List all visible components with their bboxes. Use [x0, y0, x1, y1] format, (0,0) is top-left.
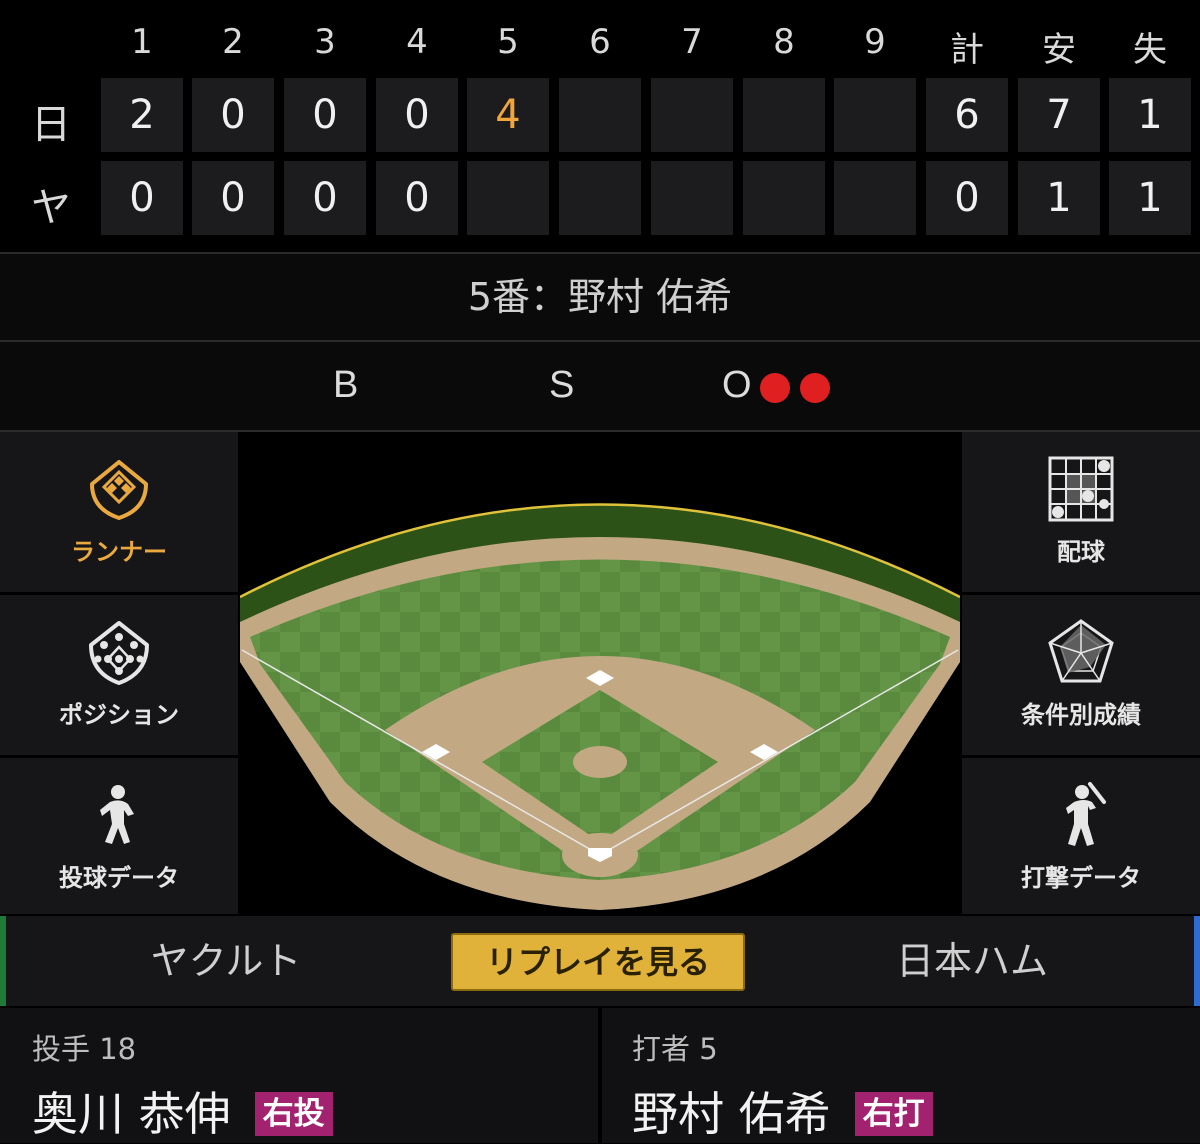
batter-hand-badge: 右打: [854, 1091, 933, 1136]
menu-batting-data[interactable]: 打撃データ: [962, 758, 1200, 914]
inning-score-cell: [559, 161, 641, 235]
current-batter-line: 5番：野村 佑希: [0, 254, 1200, 340]
scoreboard-header-2: 2: [222, 22, 244, 62]
tab-nipponham[interactable]: 日本ハム: [750, 916, 1194, 1006]
total-score-cell: 1: [1109, 161, 1191, 235]
inning-score-cell: 2: [101, 78, 183, 152]
menu-split-stats[interactable]: 条件別成績: [962, 595, 1200, 755]
scoreboard-header-3: 3: [314, 22, 336, 62]
inning-score-cell: 0: [376, 78, 458, 152]
inning-score-cell: [834, 161, 916, 235]
total-score-cell: 7: [1018, 78, 1100, 152]
pitch-grid-icon: [1048, 456, 1114, 522]
scoreboard-header-9: 9: [864, 22, 886, 62]
inning-score-cell: 0: [192, 161, 274, 235]
out-indicator: [800, 373, 830, 403]
pitcher-card[interactable]: 投手 18 奥川 恭伸 右投: [0, 1008, 598, 1143]
strike-label: S: [549, 364, 575, 406]
pitcher-icon: [100, 785, 134, 844]
inning-score-cell: [467, 161, 549, 235]
scoreboard-header-10: 計: [950, 30, 984, 70]
menu-position-label: ポジション: [59, 701, 179, 729]
scoreboard-header-5: 5: [497, 22, 519, 62]
menu-pitch-location[interactable]: 配球: [962, 432, 1200, 592]
pitcher-hand-badge: 右投: [254, 1091, 333, 1136]
scoreboard: 123456789計安失日20004671ヤ0000011: [0, 0, 1200, 252]
away-team-color-bar: [1194, 916, 1200, 1006]
out-indicator: [760, 373, 790, 403]
ball-count-bar: B S O: [0, 342, 1200, 430]
runner-diamond-icon: [90, 460, 148, 520]
inning-score-cell: [834, 78, 916, 152]
team-abbr: 日: [31, 102, 71, 148]
position-icon: [89, 621, 149, 685]
scoreboard-header-4: 4: [406, 22, 428, 62]
total-score-cell: 0: [926, 161, 1008, 235]
ball-label: B: [333, 364, 359, 406]
total-score-cell: 1: [1109, 78, 1191, 152]
menu-runner[interactable]: ランナー: [0, 432, 238, 592]
pitcher-role: 投手 18: [32, 1032, 137, 1066]
scoreboard-header-7: 7: [681, 22, 703, 62]
scoreboard-header-1: 1: [131, 22, 153, 62]
replay-button[interactable]: リプレイを見る: [451, 933, 745, 991]
pitcher-mound: [573, 746, 627, 778]
inning-score-cell: 0: [192, 78, 274, 152]
inning-score-cell: [651, 161, 733, 235]
team-abbr: ヤ: [31, 185, 71, 231]
menu-batting-data-label: 打撃データ: [1021, 864, 1141, 892]
batter-name-row: 野村 佑希 右打: [632, 1078, 933, 1144]
inning-score-cell: [743, 161, 825, 235]
inning-score-cell: [651, 78, 733, 152]
inning-score-cell: 0: [376, 161, 458, 235]
batter-name: 野村 佑希: [632, 1087, 831, 1141]
tab-yakult[interactable]: ヤクルト: [6, 916, 446, 1006]
menu-position[interactable]: ポジション: [0, 595, 238, 755]
radar-chart-icon: [1048, 619, 1114, 683]
scoreboard-header-6: 6: [589, 22, 611, 62]
menu-pitch-location-label: 配球: [1057, 538, 1105, 566]
inning-score-cell: 4: [467, 78, 549, 152]
batter-icon: [1066, 782, 1106, 846]
batter-role: 打者 5: [632, 1032, 718, 1066]
baseball-field-diagram: [240, 432, 960, 914]
scoreboard-header-8: 8: [773, 22, 795, 62]
scoreboard-header-12: 失: [1133, 30, 1167, 70]
pitcher-name-row: 奥川 恭伸 右投: [32, 1078, 333, 1144]
inning-score-cell: [743, 78, 825, 152]
pitcher-name: 奥川 恭伸: [32, 1087, 231, 1141]
total-score-cell: 6: [926, 78, 1008, 152]
menu-pitching-data-label: 投球データ: [59, 864, 179, 892]
menu-pitching-data[interactable]: 投球データ: [0, 758, 238, 914]
menu-runner-label: ランナー: [71, 538, 167, 566]
inning-score-cell: 0: [284, 161, 366, 235]
home-team-color-bar: [0, 916, 6, 1006]
inning-score-cell: 0: [284, 78, 366, 152]
inning-score-cell: 0: [101, 161, 183, 235]
out-label: O: [722, 364, 752, 406]
scoreboard-header-11: 安: [1042, 30, 1076, 70]
inning-score-cell: [559, 78, 641, 152]
total-score-cell: 1: [1018, 161, 1100, 235]
batter-card[interactable]: 打者 5 野村 佑希 右打: [602, 1008, 1200, 1143]
menu-split-stats-label: 条件別成績: [1021, 701, 1141, 729]
